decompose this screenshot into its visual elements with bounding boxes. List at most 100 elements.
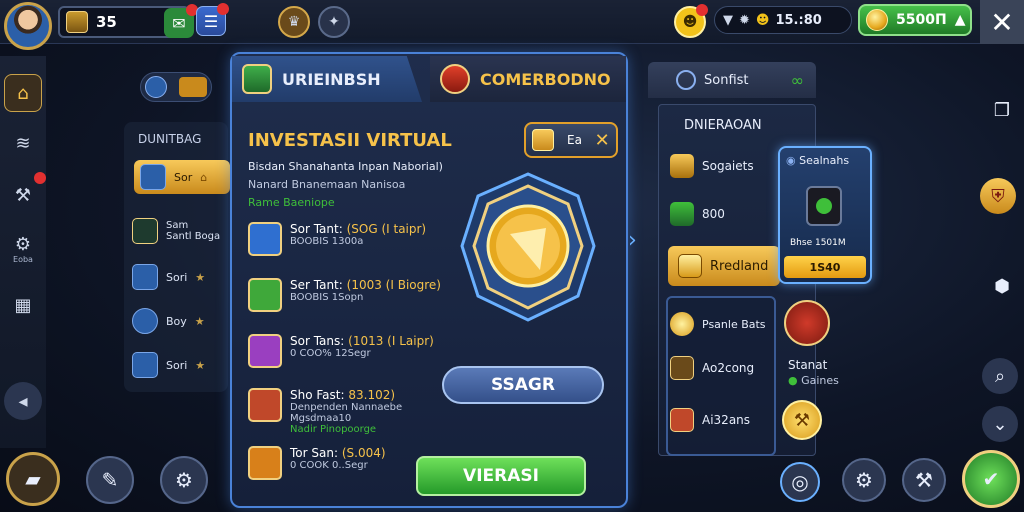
feature-button[interactable]: 1S40 xyxy=(784,256,866,278)
calendar-icon xyxy=(532,129,555,151)
link-icon[interactable]: ∞ xyxy=(791,71,804,90)
right-list-item[interactable]: 800 xyxy=(670,198,774,230)
list-item[interactable]: Boy ★ xyxy=(132,304,228,338)
primary-button[interactable]: VIERASI xyxy=(416,456,586,496)
reward-sub: BOOBIS 1Sopn xyxy=(290,292,364,303)
list-item-label: Sor xyxy=(174,170,193,184)
gold-value: 5500П xyxy=(896,12,947,28)
feature-title-text: Sealnahs xyxy=(799,154,850,167)
list-icon xyxy=(140,164,166,190)
reward-row[interactable]: Ser Tant: (1003 (I Biogre) BOOBIS 1Sopn xyxy=(248,278,448,318)
reward-row[interactable]: Sho Fast: 83.102) Denpenden Nannaebe Mgs… xyxy=(248,388,448,440)
swirl-icon[interactable]: ◎ xyxy=(780,462,820,502)
toggle-pill[interactable]: Ea ✕ xyxy=(524,122,618,158)
tab-investasi[interactable]: URIEINBSH xyxy=(232,56,422,102)
close-icon: ✕ xyxy=(990,5,1014,39)
grid-icon xyxy=(132,264,158,290)
gem-icon[interactable] xyxy=(784,300,830,346)
reward-sub: 0 COO% 12Segr xyxy=(290,348,371,359)
list-item-label: Sori xyxy=(166,358,188,372)
tab-label: COMERBODNO xyxy=(480,69,611,89)
side-label: ● Gaines xyxy=(788,374,839,387)
settings-icon[interactable]: ✹ xyxy=(739,13,750,28)
cube-icon[interactable]: ⬢ xyxy=(984,268,1020,304)
shield-icon xyxy=(242,64,272,94)
wrench-icon[interactable]: ⚒ xyxy=(4,172,46,214)
edit-icon[interactable]: ✎ xyxy=(86,456,134,504)
emoji-icon[interactable]: ☻ xyxy=(674,4,708,38)
feature-subtitle: Bhse 1501M xyxy=(790,238,846,248)
badge-icon xyxy=(440,64,470,94)
coin-icon xyxy=(866,9,888,31)
gift-icon[interactable]: ✉ xyxy=(164,4,198,38)
smiley-icon: ☻ xyxy=(755,12,770,28)
mode-toggle[interactable] xyxy=(140,72,212,102)
hammer-icon[interactable]: ⚒ xyxy=(902,458,946,502)
cards-icon[interactable]: ▰ xyxy=(6,452,60,506)
compass-icon[interactable]: ✦ xyxy=(318,6,350,38)
swirl-icon xyxy=(676,70,696,90)
trophy-icon[interactable]: ♛ xyxy=(278,6,310,38)
reward-highlight: (S.004) xyxy=(341,446,386,460)
notification-badge xyxy=(34,172,46,184)
toggle-knob-icon xyxy=(145,76,167,98)
confirm-icon[interactable]: ✔ xyxy=(962,450,1020,508)
box-icon xyxy=(678,254,702,278)
shield-icon[interactable]: ⛨ xyxy=(980,178,1016,214)
profile-settings-icon[interactable]: ⚙ xyxy=(160,456,208,504)
right-list-item[interactable]: Sogaiets xyxy=(670,150,774,182)
reward-name: Tor San: xyxy=(290,446,338,460)
list-item-label: Sori xyxy=(166,270,188,284)
reward-highlight: (1003 (I Biogre) xyxy=(346,278,441,292)
back-icon[interactable]: ◂ xyxy=(4,382,42,420)
signal-icon: ▼ xyxy=(723,12,733,28)
list-title: DUNITBAG xyxy=(138,132,202,146)
window-icon[interactable]: ❐ xyxy=(984,92,1020,128)
hammer-icon[interactable]: ⚒ xyxy=(782,400,822,440)
rail-label: Eoba xyxy=(13,255,33,264)
close-icon[interactable]: ✕ xyxy=(595,130,610,151)
right-sub-label: Psanle Bats xyxy=(702,317,766,331)
section-subtitle: Rame Baeniope xyxy=(248,196,335,209)
star-icon: ★ xyxy=(195,358,206,372)
reward-sub: Nadir Pinopoorge xyxy=(290,424,377,435)
reward-row[interactable]: Sor Tans: (1013 (I Laipr) 0 COO% 12Segr xyxy=(248,334,448,374)
right-item-label: Sogaiets xyxy=(702,159,754,173)
reward-highlight: (SOG (I taipr) xyxy=(346,222,427,236)
right-sub-item[interactable]: Psanle Bats xyxy=(670,308,774,340)
search-button[interactable]: SSAGR xyxy=(442,366,604,404)
reward-row[interactable]: Sor Tant: (SOG (I taipr) BOOBIS 1300a xyxy=(248,222,448,262)
home-icon[interactable]: ⌂ xyxy=(4,74,42,112)
right-item-label: 800 xyxy=(702,207,725,221)
list-item-label: Sam Santl Boga xyxy=(166,220,221,242)
layers-icon[interactable]: ≋ xyxy=(4,124,42,162)
list-item[interactable]: Sor ⌂ xyxy=(134,160,230,194)
book-icon xyxy=(670,408,694,432)
add-gold-icon[interactable]: ▲ xyxy=(955,12,966,28)
right-header-label: Sonfist xyxy=(704,72,749,88)
close-button[interactable]: ✕ xyxy=(980,0,1024,44)
rail-settings[interactable]: ⚙ Eoba xyxy=(4,230,42,268)
chevron-right-icon[interactable]: › xyxy=(628,228,637,253)
resource-value: 35 xyxy=(96,13,117,31)
search-icon[interactable]: ⌕ xyxy=(982,358,1018,394)
gold-counter[interactable]: 5500П ▲ xyxy=(858,4,972,36)
gear-icon[interactable]: ⚙ xyxy=(842,458,886,502)
list-item[interactable]: Sori ★ xyxy=(132,348,228,382)
status-bar: ▼ ✹ ☻ 15.:80 xyxy=(714,6,852,34)
reward-name: Ser Tant: xyxy=(290,278,343,292)
right-sub-label: Ao2cong xyxy=(702,361,755,375)
right-sub-item[interactable]: Ao2cong xyxy=(670,352,774,384)
right-list-item[interactable]: Rredland xyxy=(668,246,780,286)
chevron-down-icon[interactable]: ⌄ xyxy=(982,406,1018,442)
reward-thumb-icon xyxy=(248,222,282,256)
list-item[interactable]: Sori ★ xyxy=(132,260,228,294)
notes-icon[interactable]: ☰ xyxy=(196,3,229,36)
stat-value: 15.:80 xyxy=(775,12,822,28)
reward-name: Sor Tans: xyxy=(290,334,345,348)
avatar[interactable] xyxy=(4,2,52,50)
list-item[interactable]: Sam Santl Boga xyxy=(132,214,228,248)
right-sub-item[interactable]: Ai32ans xyxy=(670,404,774,436)
tab-comerbodno[interactable]: COMERBODNO xyxy=(430,56,626,102)
document-icon[interactable]: ▦ xyxy=(4,286,42,324)
